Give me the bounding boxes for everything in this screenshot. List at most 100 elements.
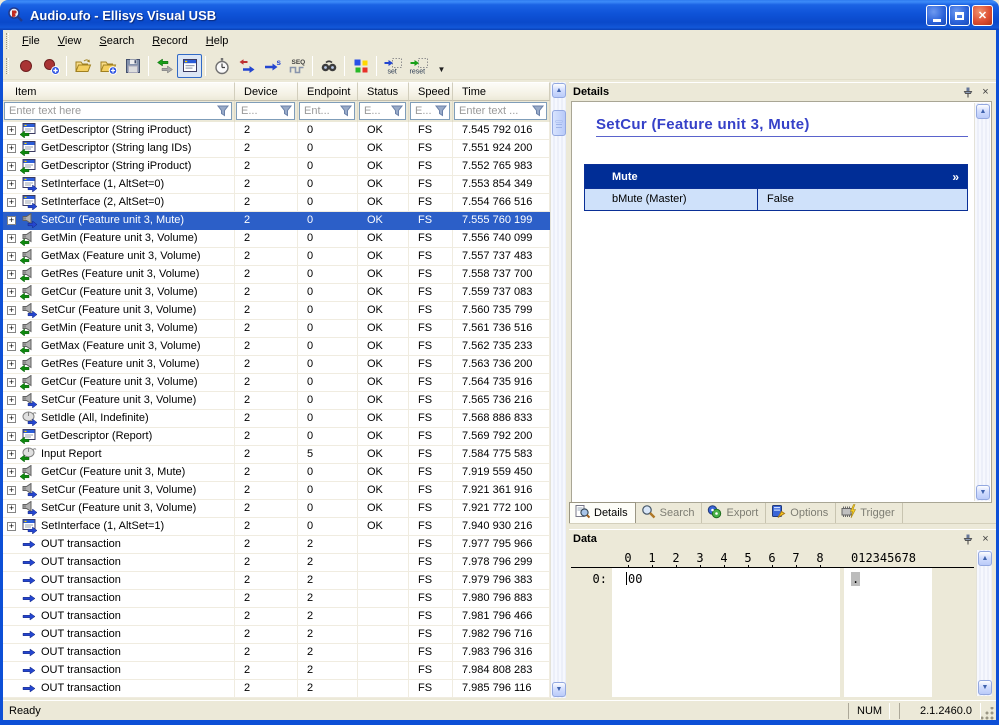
open-new-button[interactable] (95, 54, 120, 78)
seq-view-button[interactable]: SEQ (284, 54, 309, 78)
table-row[interactable]: +GetDescriptor (Report)20OKFS7.569 792 2… (3, 428, 550, 446)
tab-export[interactable]: Export (702, 503, 766, 523)
table-row[interactable]: +SetInterface (2, AltSet=0)20OKFS7.554 7… (3, 194, 550, 212)
expand-plus-icon[interactable]: + (7, 342, 16, 351)
menu-record[interactable]: Record (143, 32, 196, 50)
filter-input-endpoint[interactable]: Ent... (299, 102, 355, 120)
table-row[interactable]: OUT transaction22FS7.983 796 316 (3, 644, 550, 662)
column-header-speed[interactable]: Speed (409, 82, 453, 101)
expand-plus-icon[interactable]: + (7, 162, 16, 171)
filter-input-time[interactable]: Enter text ... (454, 102, 547, 120)
scroll-down-button[interactable]: ▼ (978, 680, 992, 695)
column-header-time[interactable]: Time (453, 82, 550, 101)
table-row[interactable]: OUT transaction22FS7.981 796 466 (3, 608, 550, 626)
expand-plus-icon[interactable]: + (7, 432, 16, 441)
tab-search[interactable]: Search (636, 503, 703, 523)
table-row[interactable]: +SetCur (Feature unit 3, Mute)20OKFS7.55… (3, 212, 550, 230)
table-row[interactable]: +GetDescriptor (String iProduct)20OKFS7.… (3, 122, 550, 140)
expand-plus-icon[interactable]: + (7, 360, 16, 369)
scroll-up-button[interactable]: ▲ (976, 104, 990, 119)
table-row[interactable]: +Input Report25OKFS7.584 775 583 (3, 446, 550, 464)
table-row[interactable]: OUT transaction22FS7.978 796 299 (3, 554, 550, 572)
expand-plus-icon[interactable]: + (7, 414, 16, 423)
open-button[interactable] (70, 54, 95, 78)
table-row[interactable]: +GetCur (Feature unit 3, Volume)20OKFS7.… (3, 284, 550, 302)
column-header-endpoint[interactable]: Endpoint (298, 82, 358, 101)
expand-plus-icon[interactable]: + (7, 468, 16, 477)
instant-view-button[interactable] (177, 54, 202, 78)
scroll-down-button[interactable]: ▼ (976, 485, 990, 500)
expand-plus-icon[interactable]: + (7, 306, 16, 315)
tab-trigger[interactable]: Trigger (836, 503, 902, 523)
table-row[interactable]: +GetCur (Feature unit 3, Mute)20OKFS7.91… (3, 464, 550, 482)
table-row[interactable]: OUT transaction22FS7.982 796 716 (3, 626, 550, 644)
tab-details[interactable]: Details (569, 502, 636, 523)
details-scrollbar[interactable]: ▲ ▼ (974, 103, 990, 501)
navigate-button[interactable] (152, 54, 177, 78)
data-scrollbar[interactable]: ▲ ▼ (976, 550, 992, 696)
reset-button[interactable]: reset (405, 54, 430, 78)
record-button[interactable] (13, 54, 38, 78)
menu-grip[interactable] (6, 33, 9, 49)
ascii-char[interactable]: . (851, 572, 860, 586)
set-button[interactable]: set (380, 54, 405, 78)
filter-funnel-icon[interactable] (530, 104, 546, 118)
expand-plus-icon[interactable]: + (7, 522, 16, 531)
table-row[interactable]: +SetIdle (All, Indefinite)20OKFS7.568 88… (3, 410, 550, 428)
expand-plus-icon[interactable]: + (7, 180, 16, 189)
expand-plus-icon[interactable]: + (7, 198, 16, 207)
filter-funnel-icon[interactable] (278, 104, 294, 118)
expand-plus-icon[interactable]: + (7, 270, 16, 279)
table-row[interactable]: +GetMax (Feature unit 3, Volume)20OKFS7.… (3, 248, 550, 266)
expand-plus-icon[interactable]: + (7, 450, 16, 459)
expand-plus-icon[interactable]: + (7, 234, 16, 243)
hex-bytes-area[interactable] (612, 568, 840, 697)
table-row[interactable]: OUT transaction22FS7.980 796 883 (3, 590, 550, 608)
menu-view[interactable]: View (49, 32, 91, 50)
table-row[interactable]: +GetMin (Feature unit 3, Volume)20OKFS7.… (3, 230, 550, 248)
filter-input-item[interactable]: Enter text here (4, 102, 232, 120)
close-button[interactable]: ✕ (972, 5, 993, 26)
hex-byte[interactable]: 00 (628, 572, 642, 586)
data-close-icon[interactable]: × (978, 532, 993, 546)
table-row[interactable]: +GetDescriptor (String iProduct)20OKFS7.… (3, 158, 550, 176)
table-row[interactable]: +GetMin (Feature unit 3, Volume)20OKFS7.… (3, 320, 550, 338)
filter-funnel-icon[interactable] (338, 104, 354, 118)
resize-grip[interactable] (981, 707, 994, 720)
filter-funnel-icon[interactable] (389, 104, 405, 118)
colors-button[interactable] (348, 54, 373, 78)
table-row[interactable]: OUT transaction22FS7.985 796 116 (3, 680, 550, 698)
scroll-up-button[interactable]: ▲ (552, 83, 566, 98)
table-row[interactable]: +GetCur (Feature unit 3, Volume)20OKFS7.… (3, 374, 550, 392)
scroll-thumb[interactable] (552, 110, 566, 136)
table-row[interactable]: +GetRes (Feature unit 3, Volume)20OKFS7.… (3, 356, 550, 374)
column-header-device[interactable]: Device (235, 82, 298, 101)
save-button[interactable] (120, 54, 145, 78)
table-scrollbar[interactable]: ▲ ▼ (550, 82, 566, 698)
menu-help[interactable]: Help (197, 32, 238, 50)
hex-viewer[interactable]: 012345678 012345678 0: 00 . (569, 548, 996, 698)
column-header-status[interactable]: Status (358, 82, 409, 101)
expand-plus-icon[interactable]: + (7, 378, 16, 387)
expand-plus-icon[interactable]: + (7, 324, 16, 333)
menu-file[interactable]: File (13, 32, 49, 50)
filter-input-speed[interactable]: E... (410, 102, 450, 120)
expand-plus-icon[interactable]: + (7, 486, 16, 495)
table-row[interactable]: OUT transaction22FS7.979 796 383 (3, 572, 550, 590)
column-header-item[interactable]: Item (3, 82, 235, 101)
details-close-icon[interactable]: × (978, 85, 993, 99)
tab-options[interactable]: Options (766, 503, 836, 523)
table-row[interactable]: +GetMax (Feature unit 3, Volume)20OKFS7.… (3, 338, 550, 356)
transactions-button[interactable] (234, 54, 259, 78)
table-row[interactable]: OUT transaction22FS7.977 795 966 (3, 536, 550, 554)
expand-plus-icon[interactable]: + (7, 144, 16, 153)
hex-ascii-area[interactable] (844, 568, 932, 697)
timing-button[interactable] (209, 54, 234, 78)
filter-input-status[interactable]: E... (359, 102, 406, 120)
table-row[interactable]: +SetCur (Feature unit 3, Volume)20OKFS7.… (3, 392, 550, 410)
expand-plus-icon[interactable]: + (7, 216, 16, 225)
filter-funnel-icon[interactable] (433, 104, 449, 118)
expand-plus-icon[interactable]: + (7, 252, 16, 261)
scroll-down-button[interactable]: ▼ (552, 682, 566, 697)
sequences-button[interactable]: s (259, 54, 284, 78)
